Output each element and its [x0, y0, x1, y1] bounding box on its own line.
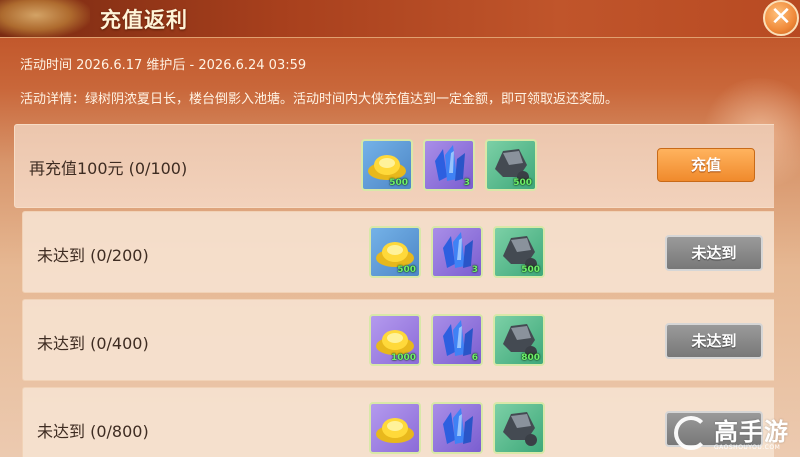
gold-ingot-icon[interactable]: 500 — [361, 139, 413, 191]
gold-ingot-icon[interactable]: 1000 — [369, 314, 421, 366]
activity-detail: 活动详情：绿树阴浓夏日长，楼台倒影入池塘。活动时间内大侠充值达到一定金额，即可领… — [20, 92, 619, 107]
reward-row: 再充值100元 (0/100) 500 3 500 充值 — [14, 124, 774, 208]
close-icon: ✕ — [770, 2, 792, 32]
item-quantity: 500 — [521, 265, 540, 275]
gold-ingot-icon[interactable]: 500 — [369, 226, 421, 278]
page-title: 充值返利 — [100, 8, 188, 32]
item-quantity: 500 — [513, 178, 532, 188]
blue-crystal-icon[interactable]: 3 — [423, 139, 475, 191]
header-bar: 充值返利 ✕ — [0, 0, 800, 38]
ore-stone-icon[interactable] — [493, 402, 545, 454]
close-button[interactable]: ✕ — [763, 0, 799, 36]
item-quantity: 500 — [397, 265, 416, 275]
reward-row: 未达到 (0/800) — [22, 387, 774, 457]
ore-stone-icon[interactable]: 800 — [493, 314, 545, 366]
watermark-name: 高手游 — [714, 418, 789, 446]
brand-logo-icon — [674, 416, 708, 450]
item-quantity: 6 — [471, 353, 478, 363]
content-panel: 活动时间 2026.6.17 维护后 - 2026.6.24 03:59 活动详… — [0, 38, 800, 457]
item-quantity: 500 — [389, 178, 408, 188]
reward-row-label: 再充值100元 (0/100) — [29, 159, 188, 178]
recharge-button[interactable]: 充值 — [657, 148, 755, 182]
blue-crystal-icon[interactable]: 3 — [431, 226, 483, 278]
reward-row: 未达到 (0/400) 1000 6 800 未达到 — [22, 299, 774, 381]
blue-crystal-icon[interactable]: 6 — [431, 314, 483, 366]
ore-stone-icon[interactable]: 500 — [493, 226, 545, 278]
item-quantity: 1000 — [390, 353, 416, 363]
watermark-url: GAOSHOUYOU.COM — [714, 444, 781, 451]
reward-row-label: 未达到 (0/200) — [37, 246, 149, 265]
ore-stone-icon[interactable]: 500 — [485, 139, 537, 191]
blue-crystal-icon[interactable] — [431, 402, 483, 454]
reward-row: 未达到 (0/200) 500 3 500 未达到 — [22, 211, 774, 293]
reward-row-label: 未达到 (0/800) — [37, 422, 149, 441]
item-quantity: 3 — [471, 265, 478, 275]
gold-ingot-icon[interactable] — [369, 402, 421, 454]
not-reached-button[interactable]: 未达到 — [665, 235, 763, 271]
reward-list[interactable]: 再充值100元 (0/100) 500 3 500 充值 未达到 (0/200)… — [14, 124, 774, 457]
watermark-logo: 高手游 GAOSHOUYOU.COM — [672, 410, 794, 454]
not-reached-button[interactable]: 未达到 — [665, 323, 763, 359]
header-decoration — [0, 0, 90, 38]
activity-time: 活动时间 2026.6.17 维护后 - 2026.6.24 03:59 — [20, 58, 307, 73]
item-quantity: 800 — [521, 353, 540, 363]
item-quantity: 3 — [463, 178, 470, 188]
reward-row-label: 未达到 (0/400) — [37, 334, 149, 353]
